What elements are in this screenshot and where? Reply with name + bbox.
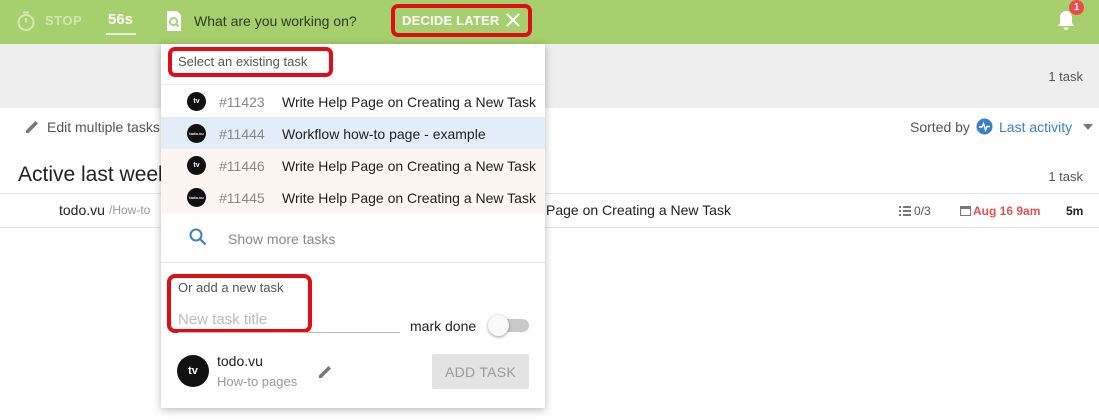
task-title: Write Help Page on Creating a New Task [282, 94, 536, 110]
total-task-count: 1 task [1048, 69, 1083, 84]
pencil-icon [26, 121, 38, 133]
row-due-date[interactable]: Aug 16 9am [973, 204, 1040, 218]
mark-done-label: mark done [410, 318, 477, 334]
select-existing-heading: Select an existing task [178, 54, 308, 69]
section-title: Active last week [18, 163, 169, 186]
task-option[interactable]: tv #11423 Write Help Page on Creating a … [161, 85, 545, 117]
caret-down-icon[interactable] [1083, 123, 1093, 131]
project-avatar: tv [187, 92, 206, 111]
document-search-icon [167, 11, 181, 31]
project-avatar: tv [177, 355, 209, 387]
row-time-tracked: 5m [1066, 204, 1084, 218]
notification-badge: 1 [1069, 0, 1084, 15]
activity-icon [976, 118, 993, 135]
section-task-count: 1 task [1048, 169, 1083, 184]
sorted-by-label: Sorted by [910, 119, 970, 135]
row-checklist-count: 0/3 [914, 204, 931, 218]
project-avatar: todo.vu [187, 188, 206, 207]
task-id: #11423 [219, 94, 265, 110]
task-title: Workflow how-to page - example [282, 126, 486, 142]
add-task-button[interactable]: ADD TASK [432, 354, 529, 389]
timer-underline [106, 33, 136, 35]
pencil-icon[interactable] [317, 363, 334, 380]
task-title: Write Help Page on Creating a New Task [282, 158, 536, 174]
decide-later-button[interactable]: DECIDE LATER [402, 13, 500, 28]
row-path: /How-to [109, 203, 151, 217]
project-subfolder: How-to pages [217, 374, 298, 389]
sort-selector[interactable]: Last activity [999, 119, 1072, 135]
task-option-selected[interactable]: todo.vu #11444 Workflow how-to page - ex… [161, 117, 545, 149]
mark-done-toggle-knob[interactable] [488, 315, 509, 336]
row-project[interactable]: todo.vu [59, 202, 105, 218]
stopwatch-icon[interactable] [16, 11, 36, 31]
calendar-icon [960, 206, 971, 216]
checklist-icon [899, 206, 911, 216]
task-title: Write Help Page on Creating a New Task [282, 190, 536, 206]
search-icon[interactable] [189, 228, 207, 246]
project-avatar: tv [187, 156, 206, 175]
task-id: #11444 [219, 126, 265, 142]
task-option[interactable]: tv #11446 Write Help Page on Creating a … [161, 149, 545, 181]
stop-button[interactable]: STOP [45, 13, 82, 28]
show-more-tasks-button[interactable]: Show more tasks [228, 231, 335, 247]
task-id: #11446 [219, 158, 265, 174]
add-new-task-heading: Or add a new task [178, 280, 284, 295]
task-option[interactable]: todo.vu #11445 Write Help Page on Creati… [161, 181, 545, 213]
edit-multiple-tasks-button[interactable]: Edit multiple tasks [47, 119, 160, 135]
row-task-title[interactable]: Page on Creating a New Task [546, 202, 731, 218]
close-icon[interactable] [505, 12, 521, 28]
task-id: #11445 [219, 190, 265, 206]
divider [161, 262, 545, 263]
timer-display: 56s [108, 11, 134, 28]
project-name: todo.vu [217, 353, 263, 369]
new-task-title-input[interactable] [178, 307, 400, 333]
task-prompt[interactable]: What are you working on? [194, 13, 357, 29]
project-avatar: todo.vu [187, 124, 206, 143]
